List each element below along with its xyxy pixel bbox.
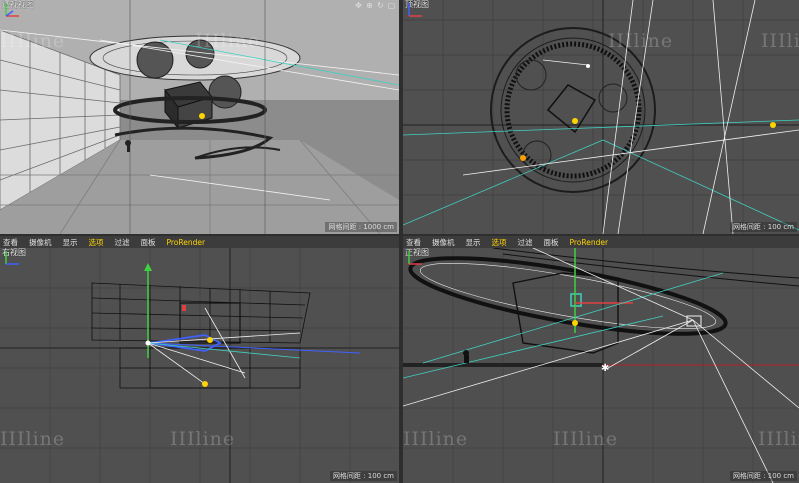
menu-item-1[interactable]: 摄像机 (29, 237, 52, 248)
menu-item-0[interactable]: 查看 (3, 237, 18, 248)
menu-item-6[interactable]: ProRender (570, 238, 609, 247)
menu-item-4[interactable]: 过滤 (518, 237, 533, 248)
axis-gizmo-icon (5, 251, 19, 265)
menu-item-4[interactable]: 过滤 (115, 237, 130, 248)
menu-item-5[interactable]: 面板 (141, 237, 156, 248)
menu-item-2[interactable]: 显示 (466, 237, 481, 248)
menu-item-5[interactable]: 面板 (544, 237, 559, 248)
menu-item-6[interactable]: ProRender (167, 238, 206, 247)
perspective-viewport[interactable]: 透视视图 ✥ ⊕ ↻ ▢ 网格间距 : 1000 cm IIIline IIIl… (0, 0, 399, 234)
grid-spacing-readout: 网格间距 : 100 cm (329, 471, 397, 481)
perspective-scene (0, 0, 399, 234)
menu-item-3[interactable]: 选项 (89, 237, 104, 248)
right-scene (0, 248, 399, 483)
zoom-view-icon[interactable]: ⊕ (365, 1, 374, 10)
svg-text:✱: ✱ (601, 363, 609, 374)
move-view-icon[interactable]: ✥ (354, 1, 363, 10)
maximize-view-icon[interactable]: ▢ (387, 1, 396, 10)
rotate-view-icon[interactable]: ↻ (376, 1, 385, 10)
viewport-nav-icons: ✥ ⊕ ↻ ▢ (354, 1, 396, 10)
menu-item-3[interactable]: 选项 (492, 237, 507, 248)
viewport-menubar-right-view: 查看 摄像机 显示 选项 过滤 面板 ProRender (0, 236, 399, 248)
front-viewport[interactable]: ✱ 正视图 网格间距 : 100 cm IIIline IIIline IIIl… (403, 248, 799, 483)
grid-spacing-readout: 网格间距 : 100 cm (729, 471, 797, 481)
grid-spacing-readout: 网格间距 : 100 cm (729, 222, 797, 232)
right-viewport[interactable]: 右视图 网格间距 : 100 cm IIIline IIIline (0, 248, 399, 483)
viewport-menubar-front-view: 查看 摄像机 显示 选项 过滤 面板 ProRender (403, 236, 799, 248)
axis-gizmo-icon (408, 251, 422, 265)
front-scene: ✱ (403, 248, 799, 483)
top-scene (403, 0, 799, 234)
menu-item-0[interactable]: 查看 (406, 237, 421, 248)
grid-spacing-readout: 网格间距 : 1000 cm (325, 222, 397, 232)
top-viewport[interactable]: 顶视图 网格间距 : 100 cm IIIline IIIline (403, 0, 799, 234)
menu-item-2[interactable]: 显示 (63, 237, 78, 248)
axis-gizmo-icon (408, 3, 422, 17)
axis-gizmo-icon (5, 3, 19, 17)
menu-item-1[interactable]: 摄像机 (432, 237, 455, 248)
